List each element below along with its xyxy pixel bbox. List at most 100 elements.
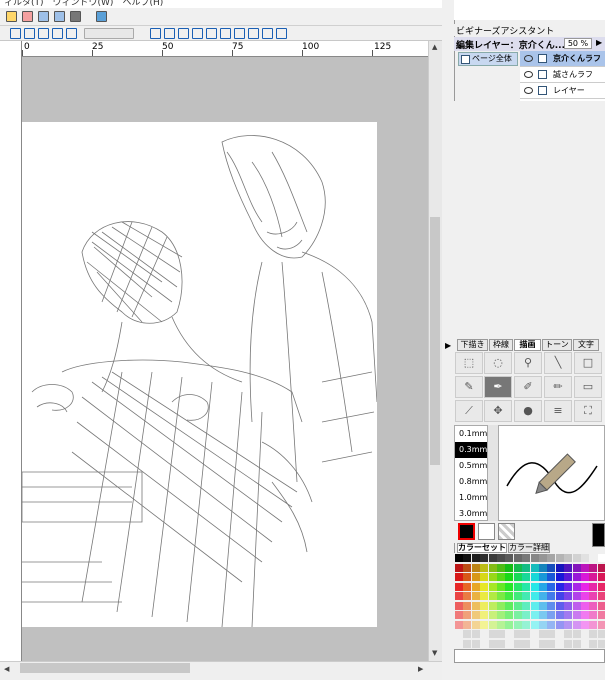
color-cell[interactable] <box>597 592 605 600</box>
color-cell[interactable] <box>488 620 497 629</box>
color-cell[interactable] <box>480 592 489 600</box>
color-palette[interactable] <box>454 553 605 649</box>
color-cell[interactable] <box>463 592 472 600</box>
zoom-field[interactable]: 50 % <box>564 38 592 49</box>
color-cell[interactable] <box>480 563 489 572</box>
tab-sketch[interactable]: 下描き <box>457 339 488 351</box>
color-cell[interactable] <box>589 592 598 600</box>
color-cell[interactable] <box>463 573 472 581</box>
color-cell[interactable] <box>597 611 605 619</box>
color-cell[interactable] <box>564 563 573 572</box>
color-cell[interactable] <box>513 620 522 629</box>
manga-page[interactable] <box>22 122 377 627</box>
color-cell[interactable] <box>471 611 480 619</box>
pen-icon[interactable] <box>150 28 161 39</box>
color-cell[interactable] <box>497 554 505 562</box>
canvas-area[interactable] <box>22 57 428 661</box>
color-cell[interactable] <box>488 601 497 610</box>
calendar-icon[interactable] <box>22 11 33 22</box>
color-cell[interactable] <box>589 639 598 648</box>
tab-draw[interactable]: 描画 <box>514 339 541 351</box>
color-cell[interactable] <box>589 582 598 591</box>
color-cell[interactable] <box>597 554 605 562</box>
color-cell[interactable] <box>530 630 539 638</box>
color-cell[interactable] <box>547 573 556 581</box>
wave-icon[interactable] <box>234 28 245 39</box>
color-cell[interactable] <box>513 563 522 572</box>
color-cell[interactable] <box>513 554 522 562</box>
color-cell[interactable] <box>564 601 573 610</box>
color-cell[interactable] <box>497 582 505 591</box>
color-cell[interactable] <box>597 563 605 572</box>
layer-row[interactable]: レイヤー <box>520 83 605 99</box>
color-cell[interactable] <box>455 611 463 619</box>
zoom-dropdown-icon[interactable] <box>84 28 134 39</box>
gpen-tool-icon[interactable]: ✒ <box>484 376 512 398</box>
color-cell[interactable] <box>530 563 539 572</box>
color-cell[interactable] <box>471 592 480 600</box>
color-cell[interactable] <box>555 639 564 648</box>
color-cell[interactable] <box>480 611 489 619</box>
color-cell[interactable] <box>564 611 573 619</box>
panel-splitter[interactable] <box>442 0 454 680</box>
brush-size-item[interactable]: 3.0mm <box>455 506 487 522</box>
pen-tool-icon[interactable]: ✎ <box>455 376 483 398</box>
color-cell[interactable] <box>539 611 547 619</box>
color-cell[interactable] <box>463 582 472 591</box>
color-cell[interactable] <box>522 563 531 572</box>
eye-icon[interactable] <box>524 71 533 78</box>
tab-frame[interactable]: 枠線 <box>489 339 513 351</box>
layer-row[interactable]: 京介くんラフ <box>520 51 605 67</box>
color-cell[interactable] <box>539 639 547 648</box>
scroll-left-arrow-icon[interactable]: ◀ <box>4 665 9 673</box>
color-cell[interactable] <box>547 554 556 562</box>
color-cell[interactable] <box>581 554 589 562</box>
marker-tool-icon[interactable]: ✐ <box>514 376 542 398</box>
color-cell[interactable] <box>471 573 480 581</box>
color-cell[interactable] <box>522 611 531 619</box>
text-icon[interactable] <box>248 28 259 39</box>
color-cell[interactable] <box>555 582 564 591</box>
color-cell[interactable] <box>463 620 472 629</box>
color-cell[interactable] <box>463 554 472 562</box>
background-color-swatch[interactable] <box>478 523 495 540</box>
color-cell[interactable] <box>572 611 581 619</box>
color-cell[interactable] <box>539 563 547 572</box>
color-cell[interactable] <box>589 630 598 638</box>
color-cell[interactable] <box>555 601 564 610</box>
tab-collapse-arrow-icon[interactable]: ▶ <box>445 341 451 350</box>
color-cell[interactable] <box>513 630 522 638</box>
color-cell[interactable] <box>555 563 564 572</box>
color-cell[interactable] <box>488 592 497 600</box>
color-cell[interactable] <box>589 573 598 581</box>
color-cell[interactable] <box>530 592 539 600</box>
color-cell[interactable] <box>488 582 497 591</box>
color-cell[interactable] <box>547 601 556 610</box>
tone-icon[interactable] <box>192 28 203 39</box>
horizontal-scrollbar-thumb[interactable] <box>20 663 190 673</box>
color-cell[interactable] <box>572 601 581 610</box>
color-cell[interactable] <box>547 630 556 638</box>
color-cell[interactable] <box>581 592 589 600</box>
eraser-tool-icon[interactable]: ▭ <box>574 376 602 398</box>
color-cell[interactable] <box>471 601 480 610</box>
color-cell[interactable] <box>488 639 497 648</box>
color-cell[interactable] <box>572 554 581 562</box>
color-cell[interactable] <box>455 554 463 562</box>
layer-row[interactable]: 誠さんラフ <box>520 67 605 83</box>
color-cell[interactable] <box>505 620 514 629</box>
color-cell[interactable] <box>480 554 489 562</box>
color-cell[interactable] <box>597 582 605 591</box>
color-cell[interactable] <box>455 639 463 648</box>
color-cell[interactable] <box>530 611 539 619</box>
color-cell[interactable] <box>572 639 581 648</box>
color-cell[interactable] <box>471 554 480 562</box>
line-tool-icon[interactable]: ╲ <box>544 352 572 374</box>
film-icon[interactable] <box>70 11 81 22</box>
brush-size-item[interactable]: 0.5mm <box>455 458 487 474</box>
tab-color-detail[interactable]: カラー詳細 <box>508 543 550 553</box>
color-cell[interactable] <box>564 620 573 629</box>
color-cell[interactable] <box>505 582 514 591</box>
color-cell[interactable] <box>597 620 605 629</box>
color-cell[interactable] <box>547 563 556 572</box>
